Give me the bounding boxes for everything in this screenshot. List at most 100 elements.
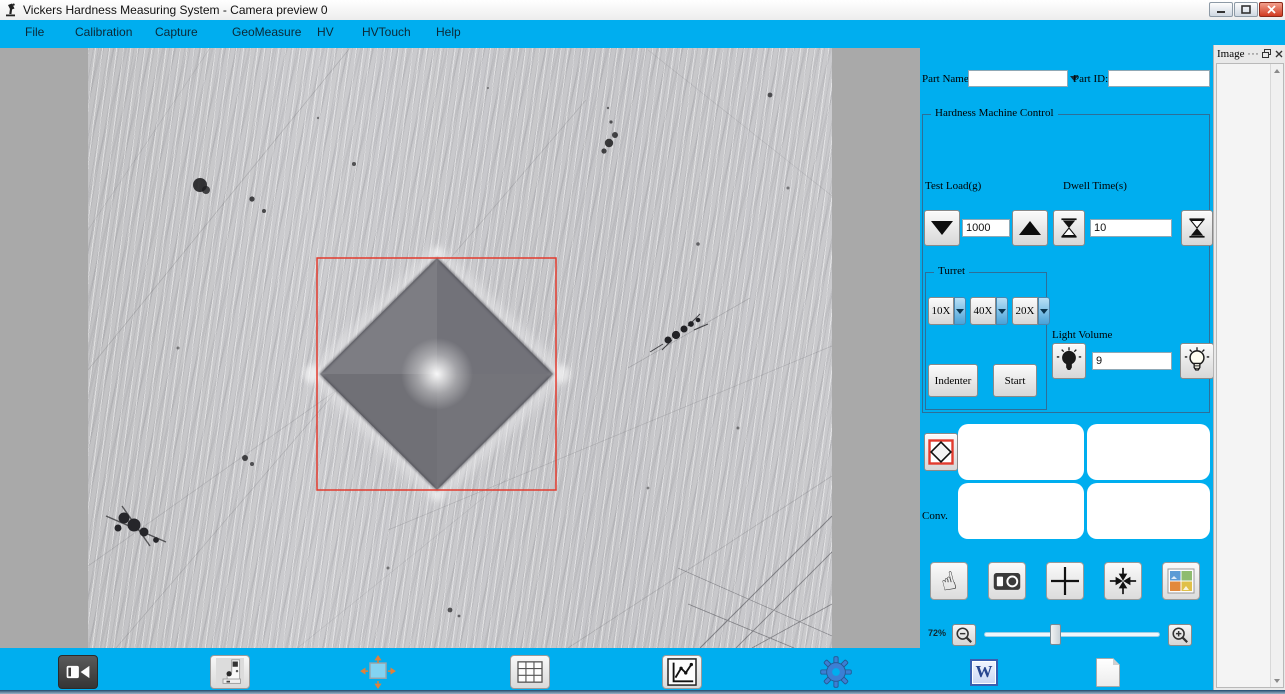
move-stage-icon: [360, 655, 396, 689]
result-box-1: [958, 424, 1084, 480]
center-target-button[interactable]: [1104, 562, 1142, 600]
zoom-slider-track[interactable]: [984, 632, 1160, 637]
menu-hv[interactable]: HV: [317, 25, 334, 39]
title-bar: Vickers Hardness Measuring System - Came…: [0, 0, 1285, 20]
objective-select-10x[interactable]: 10X: [928, 297, 954, 325]
image-panel-title: Image: [1217, 48, 1244, 60]
menu-hvtouch[interactable]: HVTouch: [362, 25, 411, 39]
grid-icon: [516, 660, 544, 684]
result-box-2: [1087, 424, 1210, 480]
objective-select-40x[interactable]: 40X: [970, 297, 996, 325]
objective-20x-label: 20X: [1016, 305, 1035, 317]
close-button[interactable]: [1259, 2, 1283, 17]
up-arrow-icon: [1019, 221, 1041, 235]
objective-10x-dropdown-icon[interactable]: [954, 297, 966, 325]
objective-40x-dropdown-icon[interactable]: [996, 297, 1008, 325]
magnifier-plus-icon: [1171, 626, 1189, 644]
menu-help[interactable]: Help: [436, 25, 461, 39]
chart-report-button[interactable]: [662, 655, 702, 689]
capture-photo-button[interactable]: [988, 562, 1026, 600]
objective-select-20x[interactable]: 20X: [1012, 297, 1038, 325]
camera-icon: [992, 569, 1022, 593]
result-box-4: [1087, 483, 1210, 539]
gear-icon: [819, 655, 853, 689]
window-bottom-border: [0, 690, 1285, 694]
menu-file[interactable]: File: [25, 25, 44, 39]
image-gallery-button[interactable]: [1162, 562, 1200, 600]
light-volume-input[interactable]: [1092, 352, 1172, 370]
float-panel-icon[interactable]: [1262, 49, 1271, 58]
measure-indent-button[interactable]: [924, 433, 958, 471]
menu-geomeasure[interactable]: GeoMeasure: [232, 25, 301, 39]
dwell-time-label: Dwell Time(s): [1063, 180, 1127, 192]
test-load-increase-button[interactable]: [1012, 210, 1048, 246]
export-word-button[interactable]: W: [964, 655, 1004, 689]
light-increase-button[interactable]: [1180, 343, 1214, 379]
start-button-label: Start: [1005, 375, 1026, 387]
part-id-label: Part ID:: [1073, 73, 1108, 85]
light-decrease-button[interactable]: [1052, 343, 1086, 379]
zoom-out-button[interactable]: [952, 624, 976, 646]
objective-10x-label: 10X: [932, 305, 951, 317]
test-load-label: Test Load(g): [925, 180, 981, 192]
result-box-3: [958, 483, 1084, 539]
hardness-tester-button[interactable]: [210, 655, 250, 689]
close-panel-icon[interactable]: [1275, 50, 1283, 58]
document-icon: [1096, 658, 1120, 687]
conv-label: Conv.: [922, 510, 948, 522]
dwell-time-input[interactable]: [1090, 219, 1172, 237]
zoom-in-button[interactable]: [1168, 624, 1192, 646]
indenter-button-label: Indenter: [935, 375, 972, 387]
hardness-tester-icon: [216, 658, 244, 686]
zoom-slider-thumb[interactable]: [1050, 624, 1061, 645]
grid-pattern-button[interactable]: [510, 655, 550, 689]
new-document-button[interactable]: [1088, 655, 1128, 689]
part-id-input[interactable]: [1108, 70, 1210, 87]
bulb-dark-icon: [1056, 346, 1082, 376]
test-load-input[interactable]: [962, 219, 1010, 237]
line-chart-icon: [667, 658, 697, 686]
crosshair-tool-button[interactable]: [1046, 562, 1084, 600]
menu-calibration[interactable]: Calibration: [75, 25, 132, 39]
scroll-down-icon[interactable]: [1271, 674, 1283, 687]
part-name-label: Part Name:: [922, 73, 972, 85]
maximize-button[interactable]: [1234, 2, 1258, 17]
diamond-selection-icon: [928, 439, 954, 465]
image-list-scrollbar[interactable]: [1270, 64, 1283, 687]
app-window: Vickers Hardness Measuring System - Came…: [0, 0, 1285, 694]
light-volume-label: Light Volume: [1052, 329, 1112, 341]
video-preview-button[interactable]: [58, 655, 98, 689]
objective-20x-dropdown-icon[interactable]: [1038, 297, 1050, 325]
objective-40x-label: 40X: [974, 305, 993, 317]
menu-capture[interactable]: Capture: [155, 25, 198, 39]
dwell-time-increase-button[interactable]: [1181, 210, 1213, 246]
image-panel-header: Image ···: [1214, 45, 1285, 62]
part-name-combobox[interactable]: [968, 70, 1068, 87]
debris-cluster: [650, 314, 708, 352]
scroll-up-icon[interactable]: [1271, 64, 1283, 77]
gallery-icon: [1167, 568, 1195, 594]
vickers-indentation: [303, 247, 570, 501]
image-list[interactable]: [1216, 63, 1284, 688]
bottom-toolbar: W: [0, 648, 1213, 690]
settings-button[interactable]: [816, 655, 856, 689]
image-panel-menu[interactable]: ···: [1247, 49, 1259, 59]
image-panel: Image ···: [1213, 45, 1285, 690]
app-icon: [5, 3, 17, 17]
test-load-decrease-button[interactable]: [924, 210, 960, 246]
zoom-percent-label: 72%: [928, 628, 946, 638]
camera-image[interactable]: [88, 48, 832, 648]
hourglass-bottom-icon: [1186, 214, 1208, 242]
menu-bar: File Calibration Capture GeoMeasure HV H…: [0, 20, 1285, 44]
crosshair-icon: [1050, 566, 1080, 596]
video-camera-icon: [64, 662, 92, 682]
window-title: Vickers Hardness Measuring System - Came…: [23, 3, 328, 17]
auto-move-stage-button[interactable]: [358, 655, 398, 689]
magnifier-minus-icon: [955, 626, 973, 644]
turret-title: Turret: [934, 265, 969, 277]
start-button[interactable]: Start: [993, 364, 1037, 397]
minimize-button[interactable]: [1209, 2, 1233, 17]
indenter-button[interactable]: Indenter: [928, 364, 978, 397]
dwell-time-decrease-button[interactable]: [1053, 210, 1085, 246]
hand-tool-button[interactable]: ☝: [930, 562, 968, 600]
